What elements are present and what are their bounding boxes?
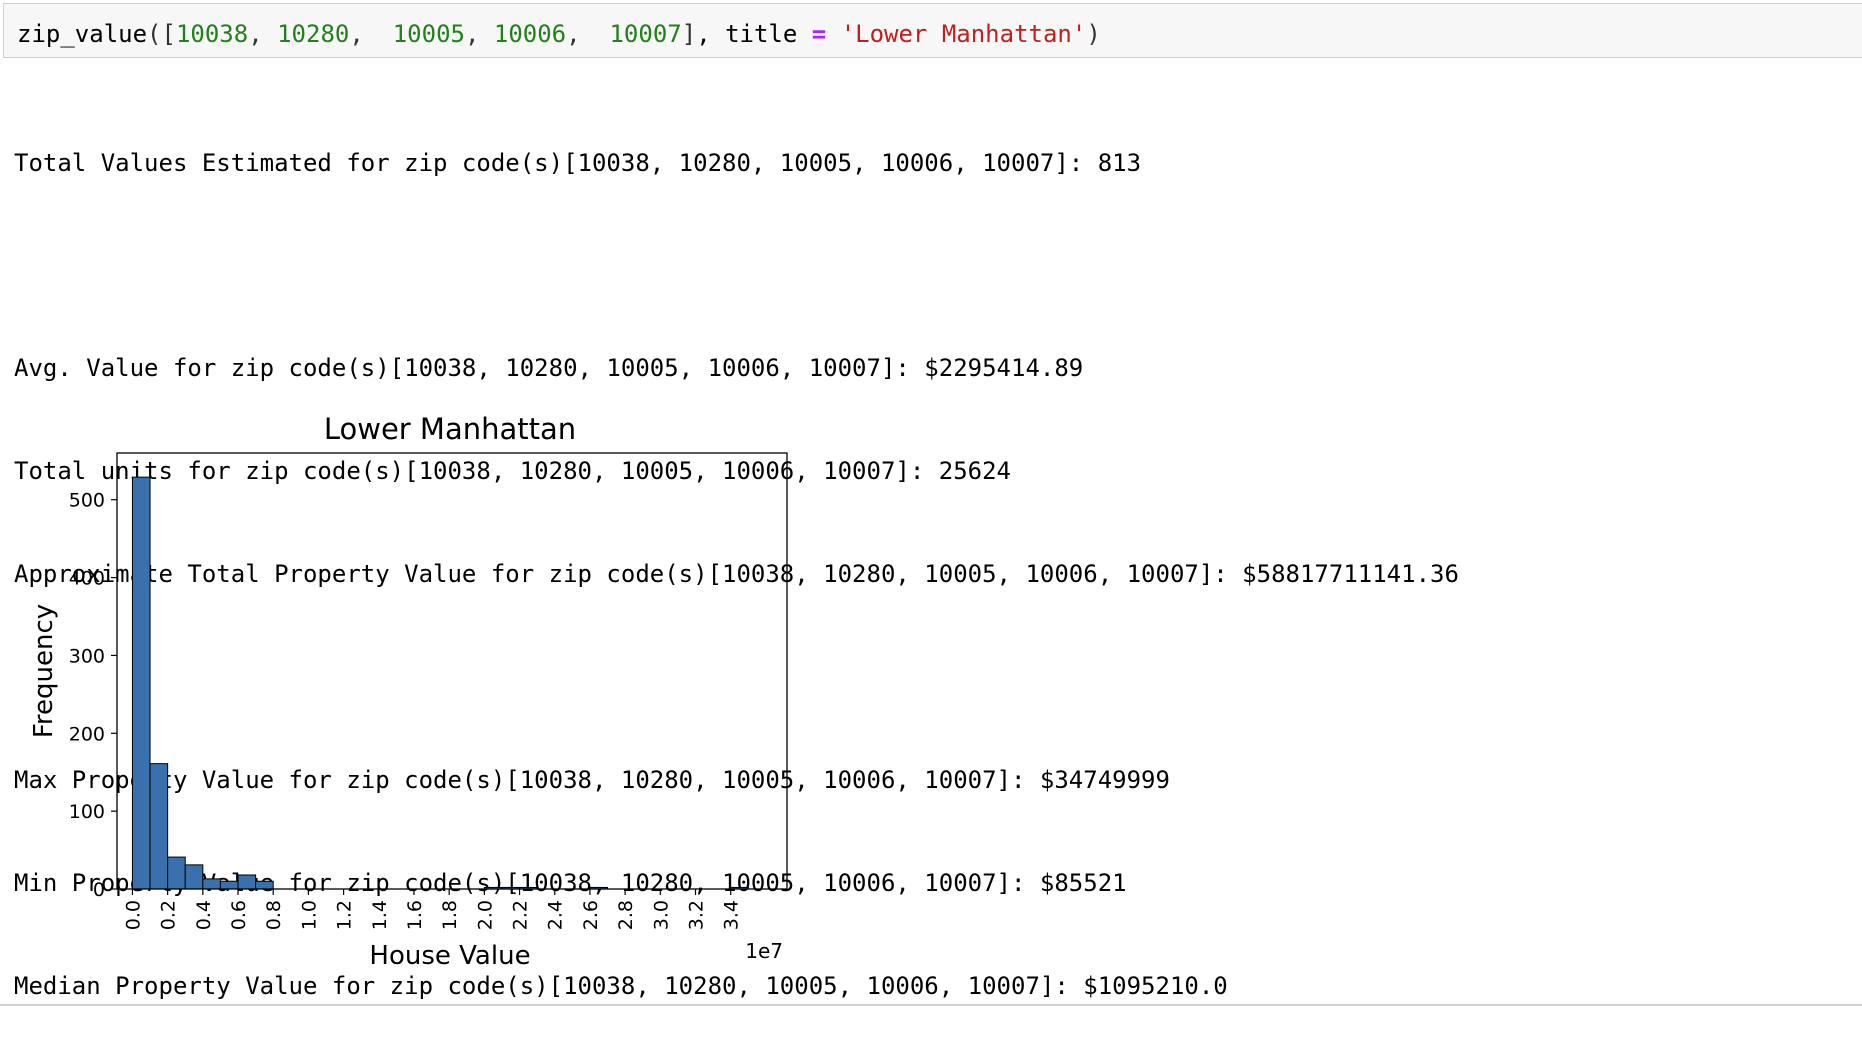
x-axis-ticks: 0.0 0.2 0.4 0.6 0.8 1.0 1.2 1.4 1.6 1.8 2.0 2.2 2.4 2… [122, 889, 743, 930]
x-tick-label: 0.2 [158, 900, 180, 930]
code-token: 10006 [493, 20, 567, 48]
axes-frame [116, 452, 788, 890]
x-tick-label: 2.8 [615, 900, 637, 930]
code-token: , title [696, 20, 812, 48]
code-token: = [811, 20, 827, 48]
histogram-bars [131, 476, 749, 890]
code-token: ( [147, 20, 162, 48]
histogram-bar [202, 878, 221, 890]
x-tick-label: 0.8 [263, 900, 285, 930]
output-avg-value: Avg. Value for zip code(s)[10038, 10280,… [14, 354, 1084, 383]
code-token: ) [1086, 20, 1101, 48]
cell-divider [0, 1004, 1862, 1006]
y-tick-label: 100 [69, 801, 105, 823]
x-tick-label: 0.6 [228, 900, 250, 930]
x-tick-label: 1.6 [404, 900, 426, 930]
input-cell[interactable]: zip_value([10038, 10280, 10005, 10006, 1… [3, 3, 1862, 58]
code-token: , [349, 20, 393, 48]
y-tick-label: 300 [69, 645, 105, 667]
y-tick-label: 200 [69, 723, 105, 745]
x-tick-label: 2.2 [510, 900, 532, 930]
y-tick-label: 400 [69, 568, 105, 590]
x-tick-label: 2.0 [474, 900, 496, 930]
histogram-bar [219, 880, 239, 890]
code-token: ] [681, 20, 697, 48]
histogram-bar [149, 763, 169, 890]
code-token: zip_value [17, 20, 148, 48]
y-tick-label: 0 [93, 879, 105, 901]
histogram-bar [184, 864, 204, 890]
code-token: , [566, 20, 610, 48]
x-tick-label: 1.2 [334, 900, 356, 930]
histogram-bar [237, 874, 257, 890]
code-token: , [464, 20, 494, 48]
x-tick-label: 1.4 [369, 900, 391, 930]
y-axis-label: Frequency [29, 604, 59, 738]
x-tick-label: 3.4 [721, 900, 743, 930]
code-line[interactable]: zip_value([10038, 10280, 10005, 10006, 1… [17, 20, 1101, 48]
x-tick-label: 1.0 [298, 900, 320, 930]
x-tick-label: 3.2 [686, 900, 708, 930]
code-token: [ [161, 20, 176, 48]
code-token: 10007 [609, 20, 682, 48]
output-blank-line [14, 248, 1459, 282]
x-tick-label: 0.0 [122, 900, 144, 930]
chart-title: Lower Manhattan [324, 412, 576, 446]
code-token: 10038 [175, 20, 249, 48]
histogram-bar [255, 880, 274, 890]
code-token: 'Lower Manhattan' [840, 20, 1087, 48]
x-tick-label: 3.0 [650, 900, 672, 930]
code-token: 10280 [277, 20, 350, 48]
histogram-chart: 0 100 200 300 400 500 0.0 0.2 0.4 0.6 0.8 1.0 1.2 1.… [29, 412, 788, 971]
output-total-values: Total Values Estimated for zip code(s)[1… [14, 148, 1142, 177]
x-axis-offset-label: 1e7 [745, 939, 783, 963]
x-tick-label: 1.8 [439, 900, 461, 930]
histogram-bar [167, 856, 186, 890]
y-tick-label: 500 [69, 490, 105, 512]
code-token: , [248, 20, 278, 48]
histogram-bar [131, 476, 151, 890]
x-tick-label: 2.6 [580, 900, 602, 930]
y-axis-ticks: 0 100 200 300 400 500 [69, 490, 117, 901]
x-axis-label: House Value [369, 941, 530, 971]
code-token: 10005 [392, 20, 465, 48]
x-tick-label: 0.4 [193, 900, 215, 930]
x-tick-label: 2.4 [545, 900, 567, 930]
